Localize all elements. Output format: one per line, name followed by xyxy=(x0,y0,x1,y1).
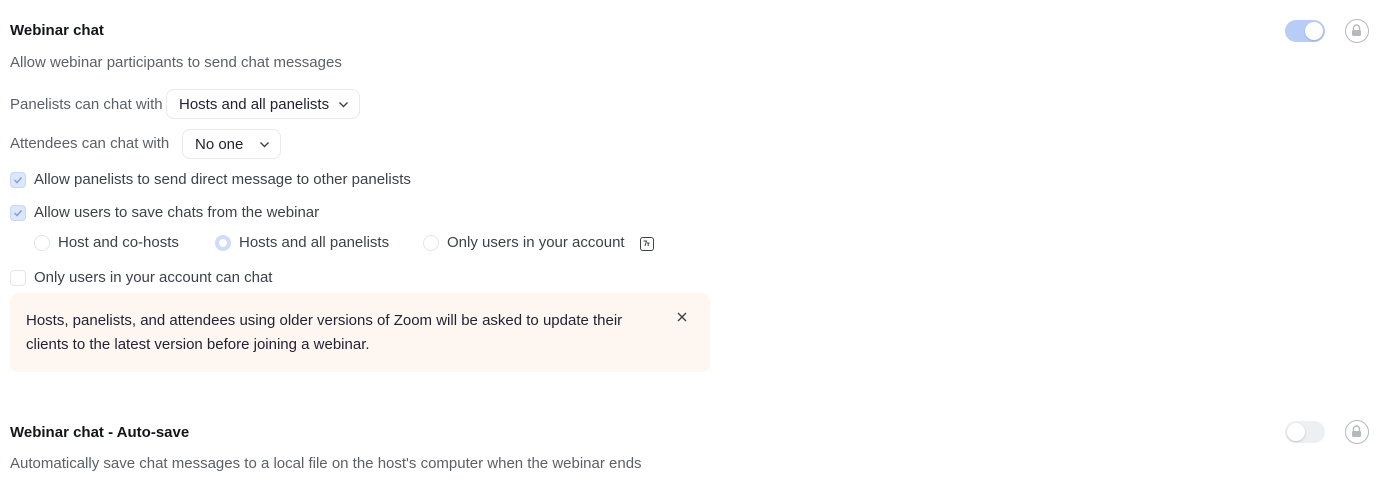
save-option-panelists-label: Hosts and all panelists xyxy=(239,234,390,251)
webinar-chat-lock-button[interactable] xyxy=(1345,19,1369,43)
version-badge-icon[interactable] xyxy=(640,237,654,251)
update-notice-text: Hosts, panelists, and attendees using ol… xyxy=(26,312,623,353)
chevron-down-icon xyxy=(339,102,348,108)
auto-save-description: Automatically save chat messages to a lo… xyxy=(10,455,642,472)
attendees-chat-value: No one xyxy=(195,135,244,153)
allow-dm-label: Allow panelists to send direct message t… xyxy=(34,171,411,188)
lock-icon xyxy=(1352,425,1361,437)
panelists-chat-value: Hosts and all panelists xyxy=(179,95,330,113)
allow-dm-checkbox[interactable] xyxy=(10,172,26,188)
lock-icon xyxy=(1352,24,1361,36)
attendees-chat-select[interactable]: No one xyxy=(182,129,281,159)
badge-glyph-icon xyxy=(643,240,650,247)
chevron-down-icon xyxy=(260,142,269,148)
save-option-host-label: Host and co-hosts xyxy=(58,234,179,251)
allow-save-label: Allow users to save chats from the webin… xyxy=(34,204,320,221)
toggle-knob xyxy=(1305,22,1323,40)
only-account-checkbox[interactable] xyxy=(10,270,26,286)
auto-save-title: Webinar chat - Auto-save xyxy=(10,424,190,441)
toggle-knob xyxy=(1287,423,1305,441)
save-option-panelists-radio[interactable] xyxy=(215,235,231,251)
webinar-chat-description: Allow webinar participants to send chat … xyxy=(10,54,342,71)
webinar-chat-title: Webinar chat xyxy=(10,22,104,39)
update-notice: Hosts, panelists, and attendees using ol… xyxy=(10,293,710,372)
save-option-host-radio[interactable] xyxy=(34,235,50,251)
auto-save-lock-button[interactable] xyxy=(1345,420,1369,444)
attendees-chat-label: Attendees can chat with xyxy=(10,135,170,152)
save-option-account-radio[interactable] xyxy=(423,235,439,251)
panelists-chat-select[interactable]: Hosts and all panelists xyxy=(166,89,360,119)
checkmark-icon xyxy=(13,209,23,217)
checkmark-icon xyxy=(13,176,23,184)
save-option-account-label: Only users in your account xyxy=(447,234,625,251)
only-account-label: Only users in your account can chat xyxy=(34,269,273,286)
allow-save-checkbox[interactable] xyxy=(10,205,26,221)
panelists-chat-label: Panelists can chat with xyxy=(10,96,163,113)
close-icon[interactable] xyxy=(676,311,688,323)
webinar-chat-toggle[interactable] xyxy=(1285,20,1325,42)
auto-save-toggle[interactable] xyxy=(1285,421,1325,443)
